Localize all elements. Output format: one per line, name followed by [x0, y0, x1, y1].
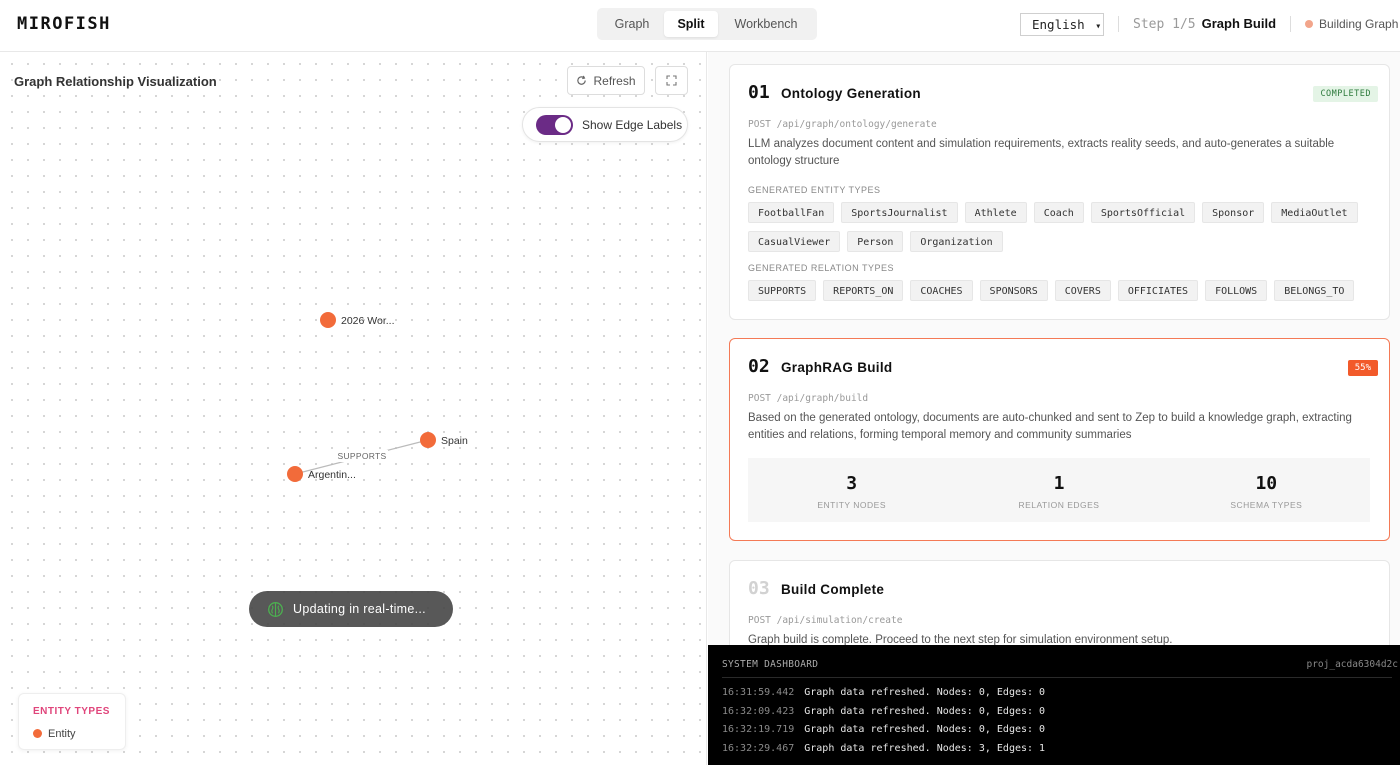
entity-type-tag: SportsOfficial	[1090, 202, 1196, 223]
stat-value: 1	[1053, 473, 1065, 494]
dashboard-title: SYSTEM DASHBOARD	[722, 659, 819, 670]
relation-type-tag: FOLLOWS	[1205, 280, 1268, 301]
stat-label: SCHEMA TYPES	[1230, 500, 1303, 510]
step-number: 03	[748, 578, 770, 599]
relation-type-tag: SUPPORTS	[748, 280, 817, 301]
graph-node[interactable]	[320, 312, 336, 328]
view-mode-switch: Graph Split Workbench	[597, 8, 817, 40]
relation-type-tag: BELONGS_TO	[1274, 280, 1355, 301]
card-title: GraphRAG Build	[781, 360, 893, 375]
realtime-indicator: Updating in real-time...	[249, 591, 453, 627]
language-value: English	[1032, 17, 1085, 32]
node-label: 2026 Wor...	[341, 315, 395, 327]
tab-workbench[interactable]: Workbench	[718, 11, 814, 37]
log-time: 16:32:19.719	[722, 724, 795, 735]
step-indicator: Step 1/5 Graph Build	[1133, 16, 1276, 32]
edge-label-supports: SUPPORTS	[337, 451, 386, 461]
api-endpoint: POST /api/graph/build	[748, 393, 869, 404]
status-dot-icon	[1305, 20, 1313, 28]
relation-type-tag: COACHES	[910, 280, 973, 301]
legend-item: Entity	[33, 728, 76, 740]
tab-split[interactable]: Split	[664, 11, 718, 37]
stat-label: ENTITY NODES	[817, 500, 886, 510]
tab-graph[interactable]: Graph	[600, 11, 664, 37]
status-indicator: Building Graph	[1305, 17, 1398, 31]
graph-panel: Graph Relationship Visualization Refresh…	[0, 52, 707, 765]
node-label: Spain	[441, 435, 468, 447]
status-badge: COMPLETED	[1313, 86, 1378, 102]
step-number: Step 1/5	[1133, 17, 1196, 32]
stat-schema-types: 10 SCHEMA TYPES	[1163, 458, 1370, 522]
entity-type-tag: CasualViewer	[748, 231, 841, 252]
entity-type-tag: Person	[847, 231, 904, 252]
entity-legend: ENTITY TYPES Entity	[18, 693, 126, 750]
api-endpoint: POST /api/graph/ontology/generate	[748, 119, 937, 130]
divider	[1290, 16, 1291, 32]
entity-type-tag: Sponsor	[1202, 202, 1265, 223]
card-ontology-generation: 01 Ontology Generation COMPLETED POST /a…	[729, 64, 1390, 320]
project-id: proj_acda6304d2c	[1306, 659, 1398, 670]
brain-icon	[268, 601, 283, 617]
entity-type-tag: MediaOutlet	[1271, 202, 1358, 223]
entity-types-list: FootballFan SportsJournalist Athlete Coa…	[748, 202, 1378, 252]
log-line: 16:32:19.719 Graph data refreshed. Nodes:…	[722, 724, 1045, 735]
entity-types-label: GENERATED ENTITY TYPES	[748, 185, 881, 195]
log-time: 16:32:29.467	[722, 743, 795, 754]
card-graphrag-build: 02 GraphRAG Build 55% POST /api/graph/bu…	[729, 338, 1390, 541]
card-description: LLM analyzes document content and simula…	[748, 138, 1335, 167]
step-number: 02	[748, 356, 770, 377]
stat-relation-edges: 1 RELATION EDGES	[955, 458, 1162, 522]
graph-node[interactable]	[420, 432, 436, 448]
stat-label: RELATION EDGES	[1018, 500, 1100, 510]
language-select[interactable]: English ▾	[1020, 13, 1104, 36]
log-message: Graph data refreshed. Nodes: 3, Edges: 1	[804, 743, 1046, 754]
api-endpoint: POST /api/simulation/create	[748, 615, 903, 626]
relation-type-tag: REPORTS_ON	[823, 280, 904, 301]
node-label: Argentin...	[308, 469, 356, 481]
relation-type-tag: COVERS	[1054, 280, 1111, 301]
step-number: 01	[748, 82, 770, 103]
graph-node[interactable]	[287, 466, 303, 482]
entity-type-tag: Coach	[1033, 202, 1084, 223]
relation-types-label: GENERATED RELATION TYPES	[748, 263, 895, 273]
entity-type-tag: FootballFan	[748, 202, 835, 223]
log-message: Graph data refreshed. Nodes: 0, Edges: 0	[804, 687, 1046, 698]
graph-canvas[interactable]: SUPPORTS 2026 Wor... Spain Argentin...	[0, 52, 706, 765]
log-time: 16:32:09.423	[722, 706, 795, 717]
system-dashboard: SYSTEM DASHBOARD proj_acda6304d2c 16:31:…	[708, 645, 1400, 765]
entity-type-tag: SportsJournalist	[841, 202, 958, 223]
status-text: Building Graph	[1319, 17, 1399, 31]
realtime-text: Updating in real-time...	[293, 602, 426, 616]
build-stats: 3 ENTITY NODES 1 RELATION EDGES 10 SCHEM…	[748, 458, 1370, 522]
log-message: Graph data refreshed. Nodes: 0, Edges: 0	[804, 706, 1046, 717]
card-title: Ontology Generation	[781, 86, 921, 101]
log-line: 16:32:09.423 Graph data refreshed. Nodes:…	[722, 706, 1045, 717]
log-line: 16:32:29.467 Graph data refreshed. Nodes:…	[722, 743, 1045, 754]
log-time: 16:31:59.442	[722, 687, 795, 698]
relation-types-list: SUPPORTS REPORTS_ON COACHES SPONSORS COV…	[748, 280, 1378, 301]
stat-value: 10	[1255, 473, 1278, 494]
progress-badge: 55%	[1347, 360, 1378, 376]
log-line: 16:31:59.442 Graph data refreshed. Nodes:…	[722, 687, 1045, 698]
legend-title: ENTITY TYPES	[33, 706, 110, 717]
card-title: Build Complete	[781, 582, 885, 597]
entity-type-tag: Organization	[910, 231, 1003, 252]
divider	[722, 677, 1392, 678]
stat-entity-nodes: 3 ENTITY NODES	[748, 458, 955, 522]
relation-type-tag: OFFICIATES	[1117, 280, 1199, 301]
divider	[1118, 16, 1119, 32]
entity-dot-icon	[33, 729, 42, 738]
entity-type-tag: Athlete	[964, 202, 1027, 223]
chevron-down-icon: ▾	[1095, 21, 1102, 32]
step-name: Graph Build	[1201, 16, 1277, 31]
card-description: Based on the generated ontology, documen…	[748, 412, 1352, 441]
legend-item-label: Entity	[48, 728, 76, 740]
stat-value: 3	[846, 473, 858, 494]
brand-logo[interactable]: MIROFISH	[17, 14, 111, 34]
top-header: MIROFISH Graph Split Workbench English ▾…	[0, 0, 1400, 52]
relation-type-tag: SPONSORS	[979, 280, 1048, 301]
log-message: Graph data refreshed. Nodes: 0, Edges: 0	[804, 724, 1046, 735]
